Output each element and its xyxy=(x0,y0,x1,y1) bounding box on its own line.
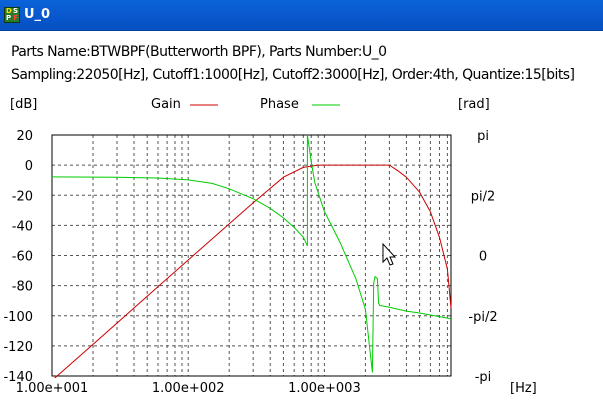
y2-tick-label: pi/2 xyxy=(471,189,496,204)
y2-tick-label: pi xyxy=(477,129,489,144)
legend-phase-label: Phase xyxy=(260,97,299,112)
x-tick-label: 1.00e+002 xyxy=(152,381,225,396)
y-tick-label: -100 xyxy=(3,310,33,325)
x-tick-label: 1.00e+001 xyxy=(16,381,89,396)
y-tick-label: -60 xyxy=(12,250,33,265)
y-tick-label: 20 xyxy=(16,129,33,144)
y-axis-label: [dB] xyxy=(10,97,37,112)
y2-axis-label: [rad] xyxy=(458,97,490,112)
y2-tick-label: -pi xyxy=(475,370,492,385)
y-tick-label: -80 xyxy=(12,280,33,295)
x-tick-label: 1.00e+003 xyxy=(288,381,361,396)
frequency-response-chart: 200-20-40-60-80-100-120-140pipi/20-pi/2-… xyxy=(3,97,537,396)
x-axis-label: [Hz] xyxy=(510,381,537,396)
y2-tick-label: -pi/2 xyxy=(468,310,497,325)
y-tick-label: -40 xyxy=(12,219,33,234)
y-tick-label: 0 xyxy=(25,159,33,174)
y-tick-label: -20 xyxy=(12,189,33,204)
y2-tick-label: 0 xyxy=(479,250,487,265)
y-tick-label: -120 xyxy=(3,340,33,355)
legend-gain-label: Gain xyxy=(151,97,181,112)
